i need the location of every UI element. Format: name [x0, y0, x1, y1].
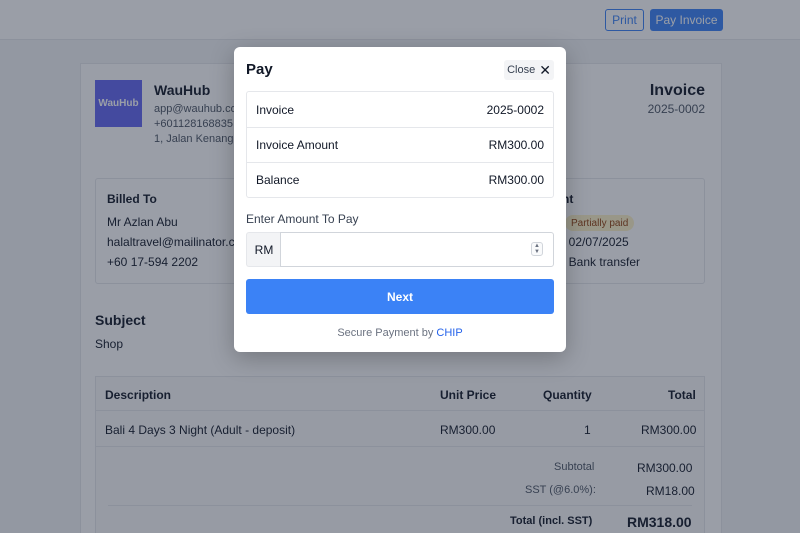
close-button[interactable]: Close ✕ [504, 60, 554, 80]
summary-value: RM300.00 [488, 173, 544, 187]
amount-label: Enter Amount To Pay [246, 212, 359, 226]
summary-label: Balance [256, 173, 300, 187]
close-label: Close [507, 64, 536, 76]
summary-row-invoice-amount: Invoice Amount RM300.00 [247, 127, 553, 162]
modal-title: Pay [246, 61, 273, 78]
summary-value: RM300.00 [488, 138, 544, 152]
next-button[interactable]: Next [246, 279, 554, 314]
payment-summary: Invoice 2025-0002 Invoice Amount RM300.0… [246, 91, 554, 198]
secure-payment-note: Secure Payment by CHIP [234, 327, 566, 339]
summary-label: Invoice Amount [256, 138, 339, 152]
secure-text: Secure Payment by [337, 327, 434, 339]
currency-addon: RM [246, 232, 281, 267]
close-icon: ✕ [539, 62, 551, 78]
summary-label: Invoice [256, 102, 295, 117]
summary-row-balance: Balance RM300.00 [247, 162, 553, 197]
summary-value: 2025-0002 [486, 102, 544, 117]
chip-link[interactable]: CHIP [436, 327, 462, 339]
stepper-icon[interactable]: ▲ ▼ [531, 242, 543, 256]
amount-input[interactable] [280, 232, 554, 267]
summary-row-invoice: Invoice 2025-0002 [247, 92, 553, 127]
pay-modal: Pay Close ✕ Invoice 2025-0002 Invoice Am… [234, 47, 566, 352]
